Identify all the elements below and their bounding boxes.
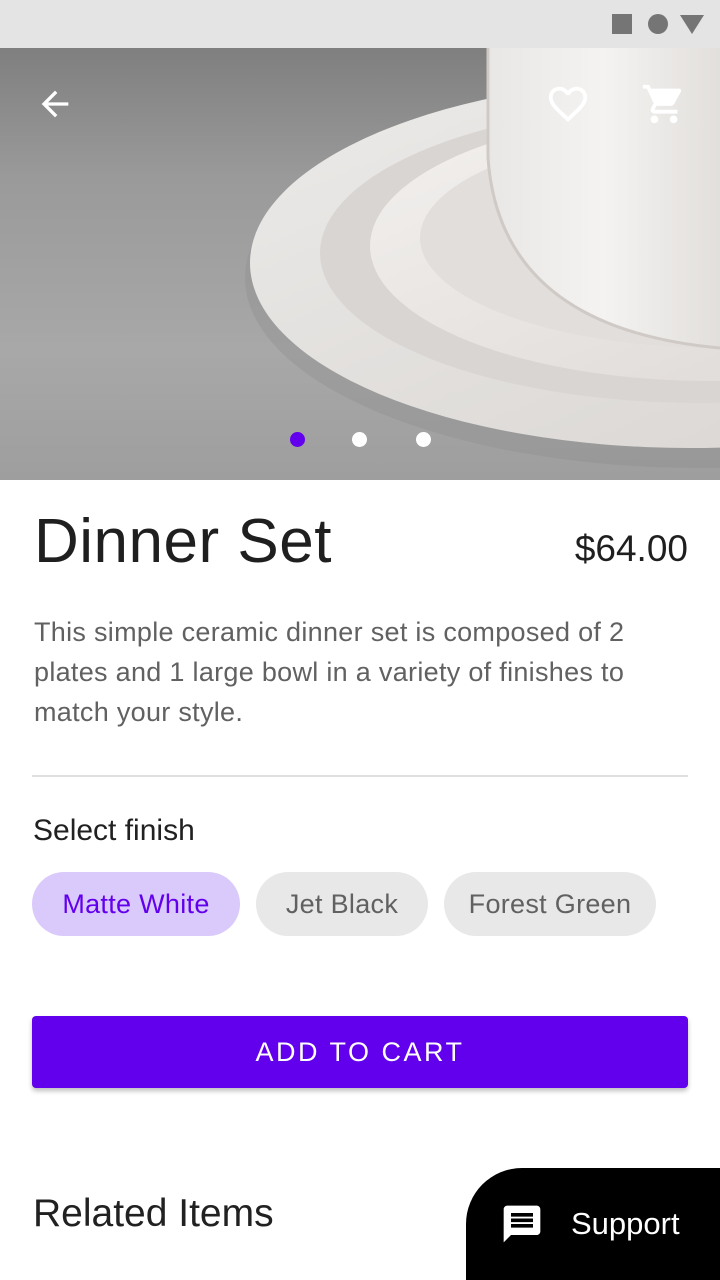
finish-chip-matte-white[interactable]: Matte White	[32, 872, 240, 936]
support-label: Support	[571, 1206, 680, 1241]
select-finish-label: Select finish	[33, 814, 195, 847]
related-items-heading: Related Items	[33, 1192, 274, 1235]
carousel-indicator	[0, 432, 720, 448]
shopping-cart-icon	[642, 84, 682, 124]
product-price: $64.00	[574, 528, 688, 569]
carousel-dot-3[interactable]	[416, 432, 431, 447]
favorite-button[interactable]	[540, 76, 596, 132]
finish-chip-forest-green[interactable]: Forest Green	[444, 872, 656, 936]
product-image-carousel[interactable]	[0, 48, 720, 480]
section-divider	[32, 775, 688, 777]
carousel-dot-2[interactable]	[352, 432, 367, 447]
status-bar	[0, 0, 720, 48]
carousel-dot-1[interactable]	[290, 432, 305, 447]
triangle-icon	[680, 15, 704, 34]
support-button[interactable]: Support	[466, 1168, 720, 1280]
product-description: This simple ceramic dinner set is compos…	[34, 617, 625, 727]
finish-chip-jet-black[interactable]: Jet Black	[256, 872, 428, 936]
circle-icon	[648, 14, 668, 34]
product-title: Dinner Set	[34, 507, 332, 576]
product-photo	[245, 48, 720, 468]
back-arrow-icon	[41, 90, 69, 118]
chat-icon	[503, 1205, 541, 1243]
back-button[interactable]	[27, 76, 83, 132]
add-to-cart-button[interactable]: ADD TO CART	[32, 1016, 688, 1088]
cart-button[interactable]	[636, 76, 692, 132]
heart-icon	[548, 86, 588, 122]
square-icon	[612, 14, 632, 34]
